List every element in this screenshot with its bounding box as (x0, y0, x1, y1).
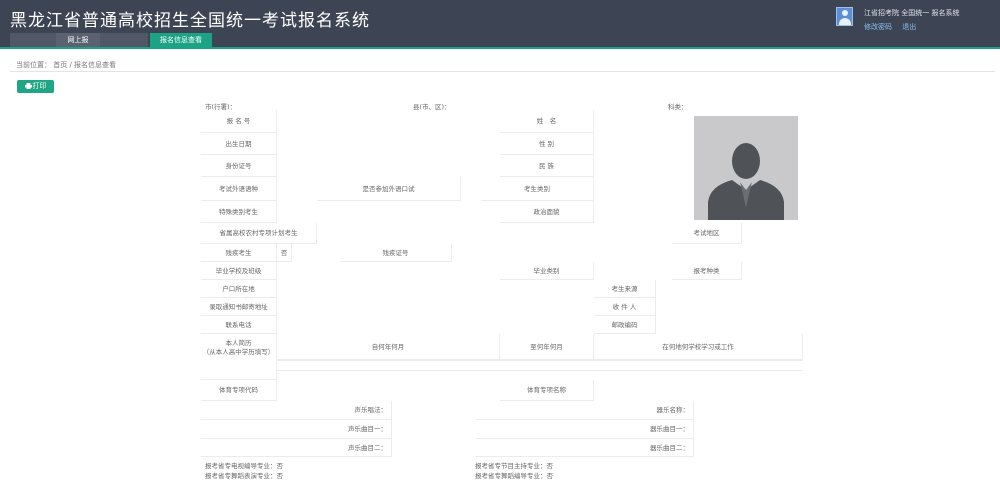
tab-3[interactable] (100, 33, 148, 47)
field-label-lqtzs: 录取通知书邮寄地址 (201, 298, 277, 316)
header-bar: 黑龙江省普通高校招生全国统一考试报名系统 江省招考院 全国统一 报名系统 修改密… (0, 0, 1000, 47)
field-label-tyks: 残疾考生 (201, 244, 277, 262)
field-label-bylb: 毕业类别 (500, 262, 594, 280)
field-label-sy1: 声乐曲目一： (201, 420, 392, 439)
change-password-link[interactable]: 修改密码 (864, 23, 892, 31)
field-label-tslb: 特殊类别考生 (201, 201, 277, 223)
resume-note: （从本人高中学历填写） (202, 348, 275, 356)
resume-title: 本人简历 (225, 339, 252, 347)
field-label-yzbm: 邮政编码 (594, 316, 656, 334)
field-label-hkszd: 户口所在地 (201, 280, 277, 298)
field-label-jl-to: 至何年何月 (500, 334, 594, 360)
field-label-jl-from: 自何年何月 (277, 334, 500, 360)
field-label-wyyz: 考试外语语种 (201, 177, 277, 201)
field-label-cjzh: 残疾证号 (340, 244, 452, 262)
field-label-qy2: 器乐曲目二： (476, 439, 694, 457)
user-name: 江省招考院 全国统一 报名系统 (864, 9, 960, 17)
field-label-bmh: 报 名 号 (201, 110, 277, 133)
field-label-lxdh: 联系电话 (201, 316, 277, 334)
field-label-qy1: 器乐曲目一： (476, 420, 694, 439)
footer-l1: 报考省专电视编导专业：否 (205, 462, 283, 470)
field-label-kslx: 考生来源 (594, 280, 656, 298)
field-label-tyzx-name: 体育专项名称 (500, 380, 594, 401)
field-label-xb: 性 别 (500, 133, 594, 155)
tab-1[interactable] (10, 33, 56, 47)
footer-l2: 报考省专舞蹈表演专业：否 (205, 472, 283, 480)
field-label-ksdq: 考试地区 (672, 223, 742, 244)
field-label-sjr: 收 件 人 (594, 298, 656, 316)
photo-placeholder (694, 116, 798, 220)
footer-r1: 报考省专节目主持专业：否 (475, 462, 553, 470)
user-area: 江省招考院 全国统一 报名系统 修改密码 退出 (834, 5, 1000, 35)
print-label: 打印 (32, 82, 47, 90)
grid-line (277, 360, 803, 361)
field-label-wyzl: 报考种类 (672, 262, 742, 280)
tab-underline (0, 47, 1000, 49)
field-label-sfzh: 身份证号 (201, 155, 277, 177)
resume-label: 本人简历 （从本人高中学历填写） (201, 334, 277, 380)
field-label-ncjh: 省属高校农村专项计划考生 (201, 223, 317, 244)
field-label-tyzx-code: 体育专项代码 (201, 380, 277, 401)
field-label-byxx: 毕业学校及班级 (201, 262, 277, 280)
field-label-jl-where: 在何地何学校学习或工作 (594, 334, 803, 360)
field-label-qymc: 器乐名称： (476, 401, 694, 420)
field-label-sycd: 声乐唱法： (201, 401, 392, 420)
tab-registration-info[interactable]: 报名信息查看 (150, 33, 212, 47)
logout-link[interactable]: 退出 (902, 23, 916, 31)
print-button[interactable]: 打印 (17, 80, 54, 93)
printer-icon (24, 83, 32, 89)
field-label-zzmm: 政治面貌 (500, 201, 594, 223)
field-label-sy2: 声乐曲目二： (201, 439, 392, 457)
breadcrumb: 当前位置： 首页 / 报名信息查看 (16, 61, 117, 69)
tab-online[interactable]: 网上报 (56, 33, 100, 47)
footer-r2: 报考省专舞蹈编导专业：否 (475, 472, 553, 480)
field-label-mz: 民 族 (500, 155, 594, 177)
app-title: 黑龙江省普通高校招生全国统一考试报名系统 (10, 11, 370, 31)
field-label-tyks-val: 否 (277, 244, 292, 262)
user-links: 修改密码 退出 (864, 22, 924, 32)
field-label-kslb: 考生类别 (481, 177, 594, 201)
divider (10, 71, 995, 72)
field-label-kysfcj: 是否参加外语口试 (317, 177, 461, 201)
user-avatar-icon (836, 7, 853, 26)
person-silhouette-icon (708, 143, 784, 220)
field-label-xm: 姓 名 (500, 110, 594, 133)
field-label-csrq: 出生日期 (201, 133, 277, 155)
grid-line (277, 370, 803, 371)
